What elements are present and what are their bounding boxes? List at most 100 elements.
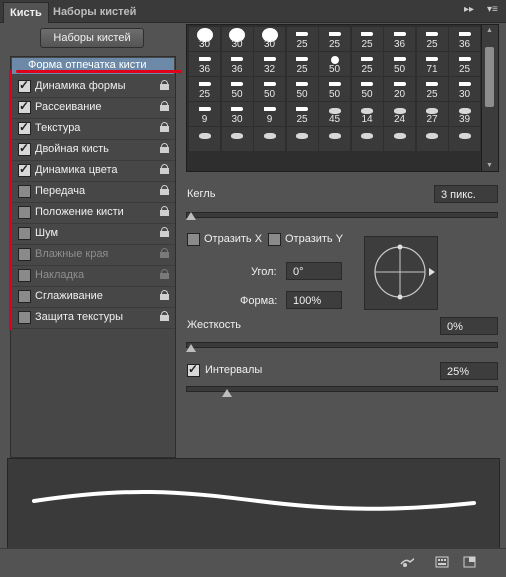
- spacing-slider[interactable]: [186, 386, 498, 392]
- lock-icon[interactable]: [160, 164, 169, 174]
- brush-tip-preset[interactable]: 25: [286, 52, 318, 76]
- settings-item-checkbox[interactable]: [18, 227, 31, 240]
- settings-item[interactable]: ✓ Двойная кисть: [11, 139, 175, 161]
- scroll-up-icon[interactable]: ▲: [486, 27, 493, 34]
- brush-tip-preset[interactable]: 25: [189, 77, 220, 101]
- spacing-field[interactable]: 25%: [440, 362, 498, 380]
- scrollbar-thumb[interactable]: [485, 47, 494, 107]
- settings-item[interactable]: ✓ Динамика формы: [11, 76, 175, 98]
- lock-icon[interactable]: [160, 227, 169, 237]
- brush-tip-preset[interactable]: 25: [416, 27, 448, 51]
- flip-x-checkbox[interactable]: [187, 233, 200, 246]
- settings-item-checkbox[interactable]: [18, 185, 31, 198]
- brush-tip-preset[interactable]: [384, 127, 415, 151]
- brush-tip-preset[interactable]: [254, 127, 285, 151]
- brush-grid-icon[interactable]: [435, 556, 449, 568]
- spacing-checkbox[interactable]: ✓: [187, 362, 200, 377]
- tab-brush-presets[interactable]: Наборы кистей: [47, 2, 142, 22]
- brush-tip-preset[interactable]: 50: [319, 52, 350, 76]
- lock-icon[interactable]: [160, 185, 169, 195]
- angle-field[interactable]: 0°: [286, 262, 342, 280]
- brush-tip-preset[interactable]: 30: [254, 27, 285, 51]
- brush-tip-preset[interactable]: 25: [449, 52, 480, 76]
- settings-item[interactable]: ✓ Текстура: [11, 118, 175, 140]
- brush-tip-preset[interactable]: 30: [189, 27, 220, 51]
- toggle-bristle-preview-icon[interactable]: [400, 556, 414, 568]
- lock-icon[interactable]: [160, 290, 169, 300]
- settings-item[interactable]: Шум: [11, 223, 175, 245]
- brush-tip-preset[interactable]: [286, 127, 318, 151]
- settings-item-checkbox[interactable]: ✓: [18, 99, 31, 114]
- settings-item[interactable]: ✓ Рассеивание: [11, 97, 175, 119]
- spacing-slider-knob[interactable]: [222, 389, 232, 397]
- roundness-field[interactable]: 100%: [286, 291, 342, 309]
- brush-tip-preset[interactable]: 36: [189, 52, 220, 76]
- brush-tip-preset[interactable]: 36: [221, 52, 253, 76]
- brush-tip-preset[interactable]: 14: [351, 102, 383, 126]
- brush-grid-scrollbar[interactable]: ▲ ▼: [481, 24, 499, 172]
- brush-tip-preset[interactable]: 25: [416, 77, 448, 101]
- brush-tip-preset[interactable]: 25: [351, 52, 383, 76]
- brush-tip-preset[interactable]: 25: [351, 27, 383, 51]
- size-slider[interactable]: [186, 212, 498, 218]
- brush-tip-preset[interactable]: 30: [221, 27, 253, 51]
- brush-tip-preset[interactable]: 36: [384, 27, 415, 51]
- hardness-slider[interactable]: [186, 342, 498, 348]
- flip-y-checkbox[interactable]: [268, 233, 281, 246]
- brush-tip-preset[interactable]: 25: [319, 27, 350, 51]
- lock-icon[interactable]: [160, 206, 169, 216]
- size-field[interactable]: 3 пикс.: [434, 185, 498, 203]
- angle-roundness-widget[interactable]: [364, 236, 438, 310]
- settings-item[interactable]: Защита текстуры: [11, 307, 175, 329]
- brush-tip-preset[interactable]: 36: [449, 27, 480, 51]
- brush-tip-preset[interactable]: [221, 127, 253, 151]
- collapse-icon[interactable]: ▸▸: [464, 4, 474, 15]
- hardness-slider-knob[interactable]: [186, 344, 196, 352]
- brush-tip-preset[interactable]: 50: [221, 77, 253, 101]
- brush-tip-preset[interactable]: 32: [254, 52, 285, 76]
- settings-item-checkbox[interactable]: [18, 290, 31, 303]
- lock-icon[interactable]: [160, 143, 169, 153]
- brush-tip-preset[interactable]: [449, 127, 480, 151]
- settings-item-checkbox[interactable]: [18, 311, 31, 324]
- brush-tip-preset[interactable]: 20: [384, 77, 415, 101]
- brush-tip-preset[interactable]: 50: [351, 77, 383, 101]
- brush-tip-preset[interactable]: 45: [319, 102, 350, 126]
- brush-tip-preset[interactable]: [319, 127, 350, 151]
- brush-tip-preset[interactable]: 50: [286, 77, 318, 101]
- brush-tip-preset[interactable]: 9: [189, 102, 220, 126]
- brush-tip-preset[interactable]: 50: [384, 52, 415, 76]
- brush-tip-preset[interactable]: 25: [286, 102, 318, 126]
- brush-presets-button[interactable]: Наборы кистей: [40, 28, 144, 48]
- brush-tip-preset[interactable]: [351, 127, 383, 151]
- brush-tip-preset[interactable]: 50: [254, 77, 285, 101]
- settings-item[interactable]: ✓ Динамика цвета: [11, 160, 175, 182]
- panel-menu-icon[interactable]: ▾≡: [487, 4, 498, 15]
- settings-item[interactable]: Передача: [11, 181, 175, 203]
- tab-brush[interactable]: Кисть: [3, 2, 49, 23]
- hardness-field[interactable]: 0%: [440, 317, 498, 335]
- settings-item[interactable]: Сглаживание: [11, 286, 175, 308]
- brush-tip-preset[interactable]: [189, 127, 220, 151]
- brush-tip-preset[interactable]: 30: [221, 102, 253, 126]
- brush-tip-preset[interactable]: 25: [286, 27, 318, 51]
- brush-tip-preset[interactable]: 27: [416, 102, 448, 126]
- scroll-down-icon[interactable]: ▼: [486, 162, 493, 169]
- brush-tip-preset[interactable]: 30: [449, 77, 480, 101]
- brush-tip-preset[interactable]: [416, 127, 448, 151]
- size-slider-knob[interactable]: [186, 212, 196, 220]
- lock-icon[interactable]: [160, 311, 169, 321]
- brush-tip-preset[interactable]: 39: [449, 102, 480, 126]
- brush-tip-preset[interactable]: 50: [319, 77, 350, 101]
- brush-tip-preset[interactable]: 24: [384, 102, 415, 126]
- lock-icon[interactable]: [160, 101, 169, 111]
- settings-item-checkbox[interactable]: ✓: [18, 120, 31, 135]
- lock-icon[interactable]: [160, 122, 169, 132]
- brush-tip-grid[interactable]: 30 30 30 25 25 25 36 25 36 36 36 32 25 50 25 50 71 25 25 50…: [186, 24, 482, 172]
- settings-item-checkbox[interactable]: [18, 206, 31, 219]
- settings-item-checkbox[interactable]: ✓: [18, 141, 31, 156]
- settings-item-checkbox[interactable]: ✓: [18, 78, 31, 93]
- settings-item[interactable]: Положение кисти: [11, 202, 175, 224]
- brush-tip-preset[interactable]: 71: [416, 52, 448, 76]
- new-preset-icon[interactable]: [463, 556, 477, 568]
